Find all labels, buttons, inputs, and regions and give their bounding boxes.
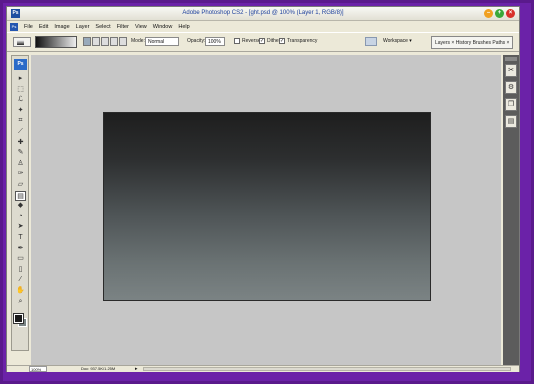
document-info[interactable]: Doc: 937.5K/1.25M	[81, 366, 115, 372]
canvas-workspace	[31, 55, 501, 365]
horizontal-scrollbar[interactable]	[143, 367, 511, 371]
menu-select[interactable]: Select	[95, 24, 110, 30]
zoom-field[interactable]: 100%	[29, 366, 47, 372]
reflected-gradient-icon[interactable]	[110, 37, 118, 46]
magic-wand-tool-icon[interactable]: ✦	[15, 106, 26, 116]
shape-tool-icon[interactable]: ▭	[15, 254, 26, 264]
type-tool-icon[interactable]: T	[15, 233, 26, 243]
radial-gradient-icon[interactable]	[92, 37, 100, 46]
blur-tool-icon[interactable]: ◆	[15, 201, 26, 211]
zoom-tool-icon[interactable]: ⌕	[15, 297, 26, 307]
photoshop-logo[interactable]: Ps	[14, 59, 27, 70]
lasso-tool-icon[interactable]: ℒ	[15, 95, 26, 105]
menu-window[interactable]: Window	[153, 24, 173, 30]
transparency-checkbox[interactable]: ✓	[279, 38, 285, 44]
reverse-label: Reverse	[242, 38, 261, 44]
eraser-tool-icon[interactable]: ▱	[15, 180, 26, 190]
gradient-type-group	[83, 37, 127, 46]
menu-image[interactable]: Image	[54, 24, 69, 30]
mode-select[interactable]: Normal	[145, 37, 179, 46]
document-canvas[interactable]	[103, 112, 431, 301]
notes-tool-icon[interactable]: ▯	[15, 265, 26, 275]
palette-well[interactable]: Layers × History Brushes Paths ×	[431, 36, 513, 49]
minimize-button[interactable]: –	[484, 9, 493, 18]
marquee-tool-icon[interactable]: ⬚	[15, 85, 26, 95]
dither-checkbox[interactable]: ✓	[259, 38, 265, 44]
panel-dock: ✂ ⚙ ❐ ▤	[503, 55, 519, 365]
dock-grip[interactable]	[505, 57, 517, 61]
slice-tool-icon[interactable]: ⟋	[15, 127, 26, 137]
foreground-color-swatch[interactable]	[13, 313, 24, 324]
healing-brush-tool-icon[interactable]: ✚	[15, 138, 26, 148]
gradient-tool-icon[interactable]: ▤	[15, 190, 26, 201]
status-bar: 100% Doc: 937.5K/1.25M ▸	[7, 365, 519, 372]
hand-tool-icon[interactable]: ✋	[15, 286, 26, 296]
navigator-icon[interactable]: ▤	[505, 115, 517, 128]
pen-tool-icon[interactable]: ✒	[15, 244, 26, 254]
status-menu-arrow[interactable]: ▸	[135, 366, 138, 372]
workspace-menu[interactable]: Workspace ▾	[383, 38, 412, 44]
path-selection-tool-icon[interactable]: ➤	[15, 222, 26, 232]
menu-file[interactable]: File	[24, 24, 33, 30]
file-browser-icon[interactable]	[365, 37, 377, 46]
eyedropper-tool-icon[interactable]: ⁄	[15, 275, 26, 285]
dodge-tool-icon[interactable]: ◔	[15, 212, 26, 222]
photoshop-window: Ps Adobe Photoshop CS2 - [ght.psd @ 100%…	[6, 6, 520, 372]
crop-tool-icon[interactable]: ⌗	[15, 116, 26, 126]
close-button[interactable]: ×	[506, 9, 515, 18]
brush-panel-icon[interactable]: ✂	[505, 64, 517, 77]
options-bar: Mode: Normal Opacity: 100% Reverse ✓ Dit…	[7, 32, 519, 52]
move-tool-icon[interactable]: ▸	[15, 74, 26, 84]
opacity-label: Opacity:	[187, 38, 206, 44]
brush-tool-icon[interactable]: ✎	[15, 148, 26, 158]
menu-help[interactable]: Help	[178, 24, 189, 30]
layer-comps-icon[interactable]: ❐	[505, 98, 517, 111]
angle-gradient-icon[interactable]	[101, 37, 109, 46]
menu-filter[interactable]: Filter	[117, 24, 129, 30]
transparency-label: Transparency	[287, 38, 318, 44]
toolbox: Ps ▸ ⬚ ℒ ✦ ⌗ ⟋ ✚ ✎ ♙ ✑ ▱ ▤ ◆ ◔ ➤ T ✒ ▭ ▯ ⁄ ✋ ⌕	[11, 55, 29, 351]
maximize-button[interactable]: +	[495, 9, 504, 18]
diamond-gradient-icon[interactable]	[119, 37, 127, 46]
reverse-checkbox[interactable]	[234, 38, 240, 44]
title-bar: Ps Adobe Photoshop CS2 - [ght.psd @ 100%…	[7, 7, 519, 21]
document-icon[interactable]: Ps	[10, 22, 18, 31]
gradient-picker[interactable]	[35, 36, 77, 48]
menu-view[interactable]: View	[135, 24, 147, 30]
linear-gradient-icon[interactable]	[83, 37, 91, 46]
opacity-field[interactable]: 100%	[205, 37, 225, 46]
menu-layer[interactable]: Layer	[76, 24, 90, 30]
window-title: Adobe Photoshop CS2 - [ght.psd @ 100% (L…	[182, 10, 344, 16]
mode-label: Mode:	[131, 38, 145, 44]
tool-preset-picker[interactable]	[13, 37, 31, 47]
history-brush-tool-icon[interactable]: ✑	[15, 169, 26, 179]
menu-edit[interactable]: Edit	[39, 24, 48, 30]
menu-bar: Ps File Edit Image Layer Select Filter V…	[7, 21, 519, 32]
clone-stamp-tool-icon[interactable]: ♙	[15, 159, 26, 169]
tool-presets-icon[interactable]: ⚙	[505, 81, 517, 94]
